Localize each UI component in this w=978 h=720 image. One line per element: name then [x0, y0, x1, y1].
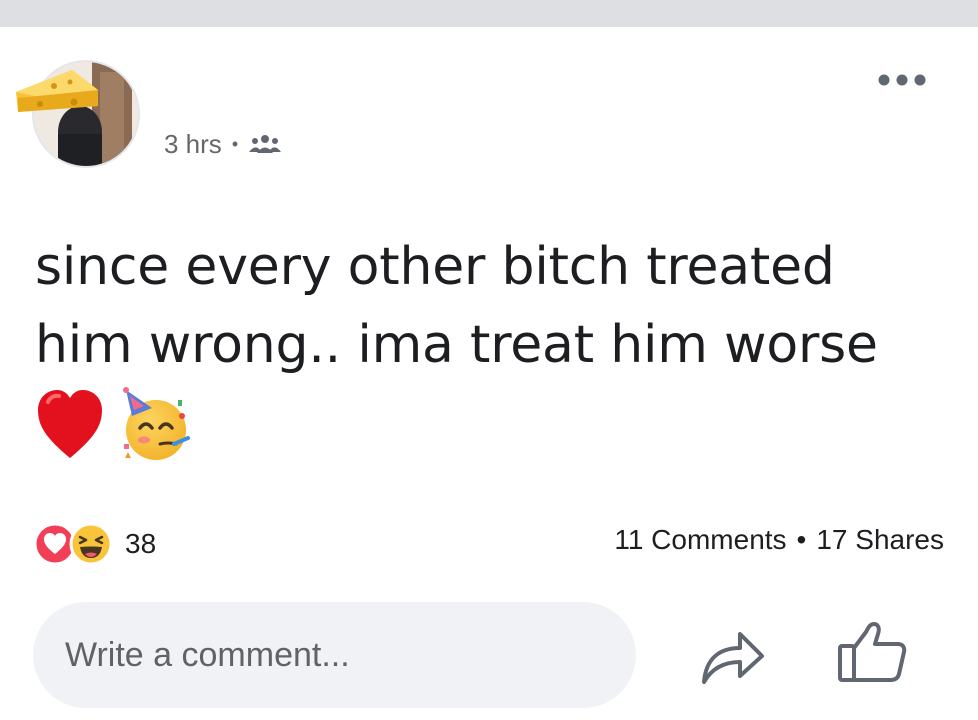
- comments-count-link[interactable]: 11 Comments: [614, 524, 786, 556]
- engagement-stats: 11 Comments • 17 Shares: [614, 524, 944, 556]
- comment-placeholder: Write a comment...: [65, 635, 350, 674]
- stats-separator: •: [796, 524, 807, 555]
- post-text-line-1: since every other bitch treated: [35, 237, 835, 297]
- friends-icon: [249, 135, 282, 153]
- post-emojis: [36, 386, 192, 462]
- top-bar: [0, 0, 978, 27]
- post-time[interactable]: 3 hrs: [164, 129, 222, 160]
- comment-input[interactable]: Write a comment...: [33, 602, 636, 708]
- like-icon[interactable]: [836, 620, 908, 684]
- partying-face-emoji: [123, 387, 190, 460]
- cheese-sticker-icon: [16, 70, 98, 112]
- reactions-summary[interactable]: 38: [33, 522, 156, 566]
- post-text-line-2: him wrong.. ima treat him worse: [35, 315, 878, 375]
- post-meta: 3 hrs •: [164, 126, 282, 162]
- share-icon[interactable]: [700, 620, 766, 688]
- post-text: since every other bitch treated him wron…: [35, 228, 965, 384]
- more-options-icon[interactable]: [876, 70, 928, 90]
- meta-separator: •: [231, 133, 239, 154]
- shares-count-link[interactable]: 17 Shares: [816, 524, 944, 556]
- haha-reaction-icon: [69, 522, 113, 566]
- reaction-count: 38: [125, 528, 157, 559]
- red-heart-emoji: [38, 390, 102, 458]
